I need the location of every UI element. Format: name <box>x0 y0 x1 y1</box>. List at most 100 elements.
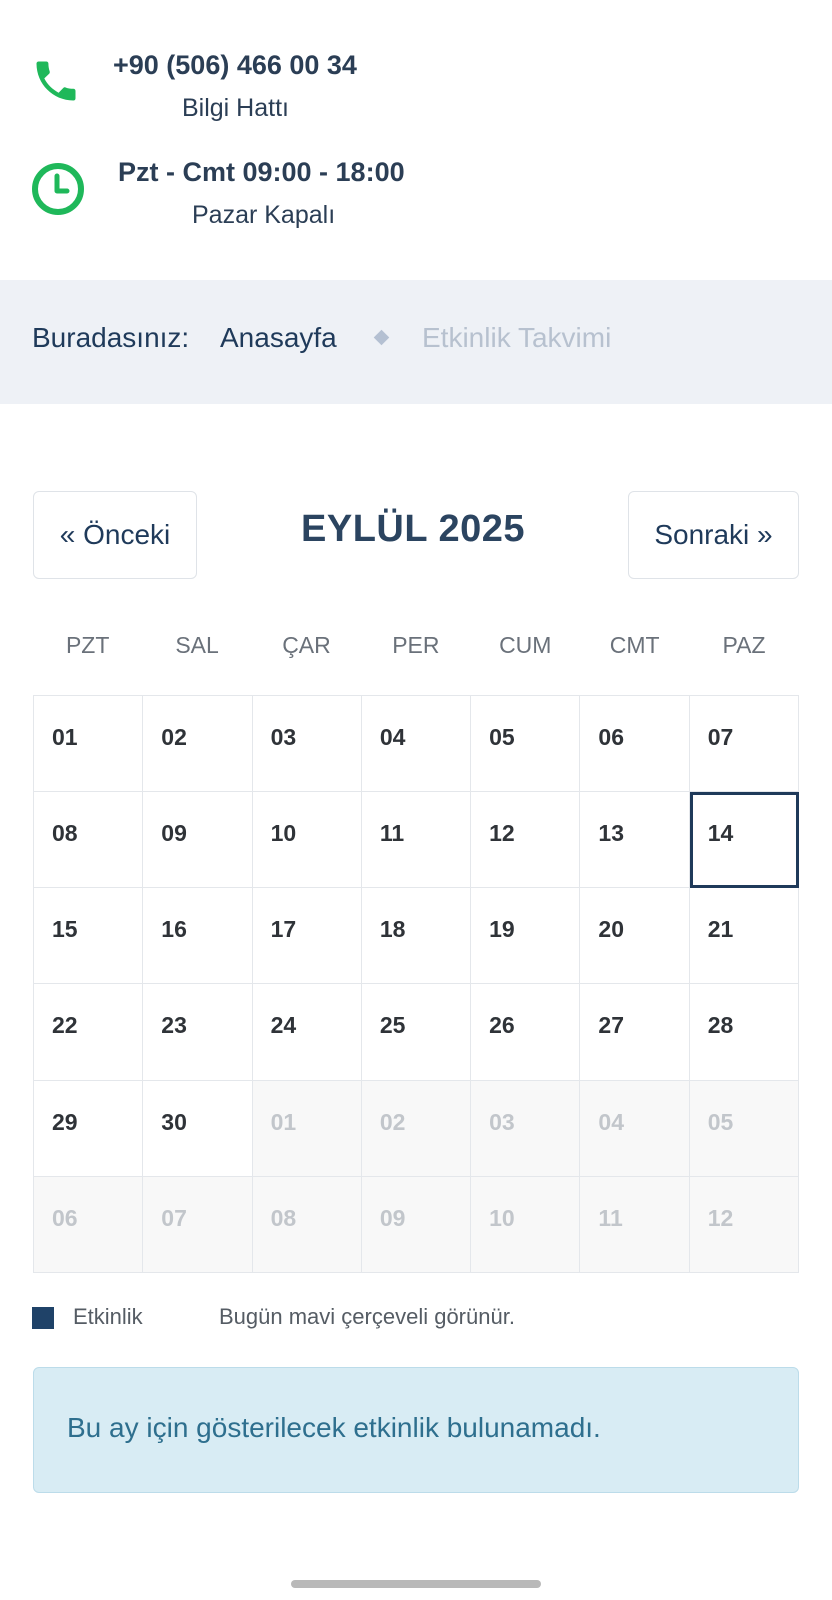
event-legend-label: Etkinlik <box>73 1304 143 1329</box>
day-number: 11 <box>379 820 405 847</box>
breadcrumb-home-link[interactable]: Anasayfa <box>220 322 337 354</box>
month-title: EYLÜL 2025 <box>301 508 525 550</box>
day-number: 26 <box>489 1012 515 1039</box>
calendar-day[interactable]: 28 <box>689 984 799 1081</box>
calendar-day[interactable]: 29 <box>34 1080 144 1177</box>
calendar-day[interactable]: 07 <box>689 696 799 793</box>
day-number: 05 <box>489 724 515 750</box>
event-legend-swatch <box>32 1307 54 1329</box>
calendar-day[interactable]: 02 <box>143 696 253 793</box>
calendar-day-other-month[interactable]: 05 <box>689 1080 799 1177</box>
day-number: 09 <box>161 820 187 847</box>
phone-icon <box>30 55 82 112</box>
day-number: 12 <box>707 1204 734 1231</box>
calendar-day[interactable]: 30 <box>143 1080 253 1177</box>
breadcrumb: Buradasınız: Anasayfa Etkinlik Takvimi <box>0 280 832 404</box>
day-number: 02 <box>161 724 187 750</box>
calendar-day[interactable]: 10 <box>252 792 362 889</box>
weekday-label: PER <box>392 632 440 658</box>
today-legend-note: Bugün mavi çerçeveli görünür. <box>219 1304 515 1329</box>
hours-label: Pazar Kapalı <box>192 201 336 229</box>
calendar-day-other-month[interactable]: 03 <box>471 1080 581 1177</box>
phone-label: Bilgi Hattı <box>182 94 289 122</box>
calendar-day-other-month[interactable]: 08 <box>252 1176 362 1273</box>
calendar-day-other-month[interactable]: 02 <box>361 1080 472 1177</box>
calendar-day-other-month[interactable]: 07 <box>143 1176 253 1273</box>
day-number: 21 <box>707 916 734 943</box>
calendar-day[interactable]: 06 <box>580 696 690 793</box>
day-number: 04 <box>598 1108 625 1135</box>
day-number: 06 <box>598 724 625 750</box>
day-number: 07 <box>161 1204 187 1231</box>
day-number: 07 <box>707 724 734 750</box>
home-indicator[interactable] <box>291 1580 541 1588</box>
weekday-label: CUM <box>499 632 552 658</box>
calendar-day[interactable]: 25 <box>361 984 472 1081</box>
calendar-day-other-month[interactable]: 04 <box>580 1080 690 1177</box>
calendar-day[interactable]: 27 <box>580 984 690 1081</box>
next-month-button[interactable]: Sonraki » <box>628 491 799 579</box>
calendar-day[interactable]: 24 <box>252 984 362 1081</box>
calendar-day[interactable]: 12 <box>471 792 581 889</box>
day-number: 27 <box>598 1012 625 1039</box>
opening-hours: Pzt - Cmt 09:00 - 18:00 Pazar Kapalı <box>0 157 832 237</box>
clock-icon <box>30 161 86 222</box>
calendar-day-other-month[interactable]: 10 <box>471 1176 581 1273</box>
calendar-day[interactable]: 03 <box>252 696 362 793</box>
day-number: 05 <box>707 1108 734 1135</box>
day-number: 08 <box>270 1204 297 1231</box>
calendar-day[interactable]: 26 <box>471 984 581 1081</box>
calendar-grid: 01 02 03 04 05 06 07 08 09 10 11 12 13 1… <box>33 695 799 1273</box>
breadcrumb-prefix: Buradasınız: <box>32 322 190 353</box>
day-number: 24 <box>270 1012 297 1039</box>
calendar-day-today[interactable]: 14 <box>689 792 799 889</box>
calendar-day[interactable]: 23 <box>143 984 253 1081</box>
calendar-day[interactable]: 04 <box>361 696 472 793</box>
alert-message: Bu ay için gösterilecek etkinlik bulunam… <box>67 1412 601 1443</box>
breadcrumb-separator-icon <box>373 329 390 346</box>
day-number: 13 <box>598 820 625 847</box>
day-number: 09 <box>379 1204 406 1231</box>
day-number: 17 <box>270 916 297 943</box>
calendar-day[interactable]: 05 <box>471 696 581 793</box>
calendar-day-other-month[interactable]: 12 <box>689 1176 799 1273</box>
calendar-day[interactable]: 17 <box>252 888 362 985</box>
day-number: 16 <box>161 916 187 943</box>
calendar-day-other-month[interactable]: 01 <box>252 1080 362 1177</box>
calendar-day[interactable]: 20 <box>580 888 690 985</box>
calendar-day[interactable]: 19 <box>471 888 581 985</box>
weekday-label: PAZ <box>722 632 766 658</box>
day-number: 29 <box>52 1108 78 1135</box>
calendar-day[interactable]: 13 <box>580 792 690 889</box>
calendar-day[interactable]: 21 <box>689 888 799 985</box>
day-number: 03 <box>489 1108 515 1135</box>
calendar-day[interactable]: 15 <box>34 888 144 985</box>
calendar-day[interactable]: 16 <box>143 888 253 985</box>
calendar-day[interactable]: 08 <box>34 792 144 889</box>
calendar-day[interactable]: 09 <box>143 792 253 889</box>
day-number: 01 <box>270 1108 297 1135</box>
day-number: 03 <box>270 724 297 750</box>
day-number: 10 <box>270 820 297 847</box>
day-number: 25 <box>379 1012 406 1039</box>
previous-month-button[interactable]: « Önceki <box>33 491 197 579</box>
weekday-label: PZT <box>65 632 110 658</box>
calendar-day[interactable]: 22 <box>34 984 144 1081</box>
day-number: 12 <box>489 820 515 847</box>
weekday-label: ÇAR <box>282 632 331 658</box>
day-number: 23 <box>161 1012 187 1039</box>
calendar-day-other-month[interactable]: 11 <box>580 1176 690 1273</box>
hours-text: Pzt - Cmt 09:00 - 18:00 <box>118 157 405 187</box>
phone-contact: +90 (506) 466 00 34 Bilgi Hattı <box>0 50 832 130</box>
day-number: 02 <box>379 1108 406 1135</box>
calendar-day[interactable]: 18 <box>361 888 472 985</box>
day-number: 14 <box>707 820 734 847</box>
day-number: 01 <box>52 724 78 750</box>
breadcrumb-current: Etkinlik Takvimi <box>422 322 612 353</box>
phone-number[interactable]: +90 (506) 466 00 34 <box>113 50 357 81</box>
calendar-day-other-month[interactable]: 09 <box>361 1176 472 1273</box>
calendar-day[interactable]: 01 <box>34 696 144 793</box>
calendar-day[interactable]: 11 <box>361 792 472 889</box>
calendar-day-other-month[interactable]: 06 <box>34 1176 144 1273</box>
day-number: 20 <box>598 916 625 943</box>
